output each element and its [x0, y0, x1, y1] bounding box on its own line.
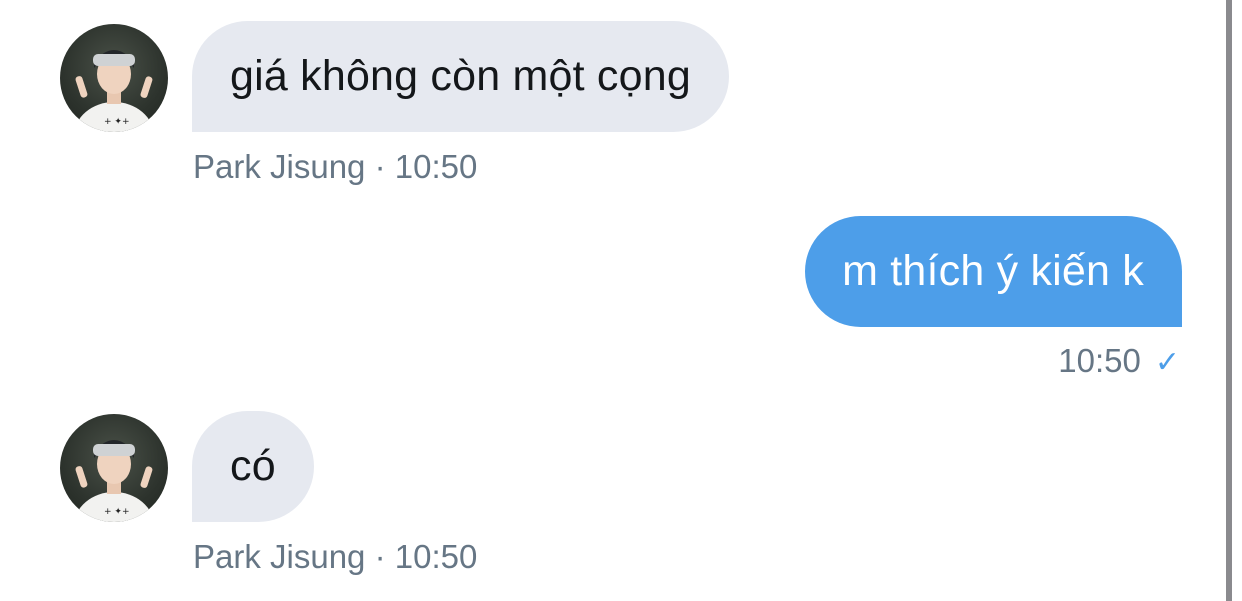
- message-meta: 10:50 ✓: [1058, 342, 1180, 380]
- message-text: m thích ý kiến k: [842, 247, 1144, 295]
- sender-name: Park Jisung: [193, 148, 366, 185]
- sender-name: Park Jisung: [193, 538, 366, 575]
- chat-thread: + ✦+ giá không còn một cọng Park Jisung …: [0, 0, 1242, 601]
- checkmark-icon: ✓: [1154, 346, 1180, 379]
- message-meta: Park Jisung · 10:50: [193, 148, 477, 186]
- message-time: 10:50: [1058, 342, 1141, 379]
- user-avatar-photo: + ✦+: [74, 50, 154, 132]
- user-avatar-photo: + ✦+: [74, 440, 154, 522]
- meta-separator: ·: [374, 148, 386, 185]
- message-bubble-incoming[interactable]: giá không còn một cọng: [192, 21, 729, 132]
- avatar[interactable]: + ✦+: [60, 24, 168, 132]
- message-text: có: [230, 442, 276, 490]
- message-text: giá không còn một cọng: [230, 52, 691, 100]
- scrollbar[interactable]: [1226, 0, 1232, 601]
- svg-text:+ ✦+: + ✦+: [104, 117, 129, 127]
- avatar[interactable]: + ✦+: [60, 414, 168, 522]
- message-time: 10:50: [394, 148, 478, 185]
- message-time: 10:50: [394, 538, 478, 575]
- svg-text:+ ✦+: + ✦+: [104, 507, 129, 517]
- meta-separator: ·: [374, 538, 386, 575]
- message-bubble-incoming[interactable]: có: [192, 411, 314, 522]
- message-bubble-outgoing[interactable]: m thích ý kiến k: [805, 216, 1182, 327]
- message-meta: Park Jisung · 10:50: [193, 538, 477, 576]
